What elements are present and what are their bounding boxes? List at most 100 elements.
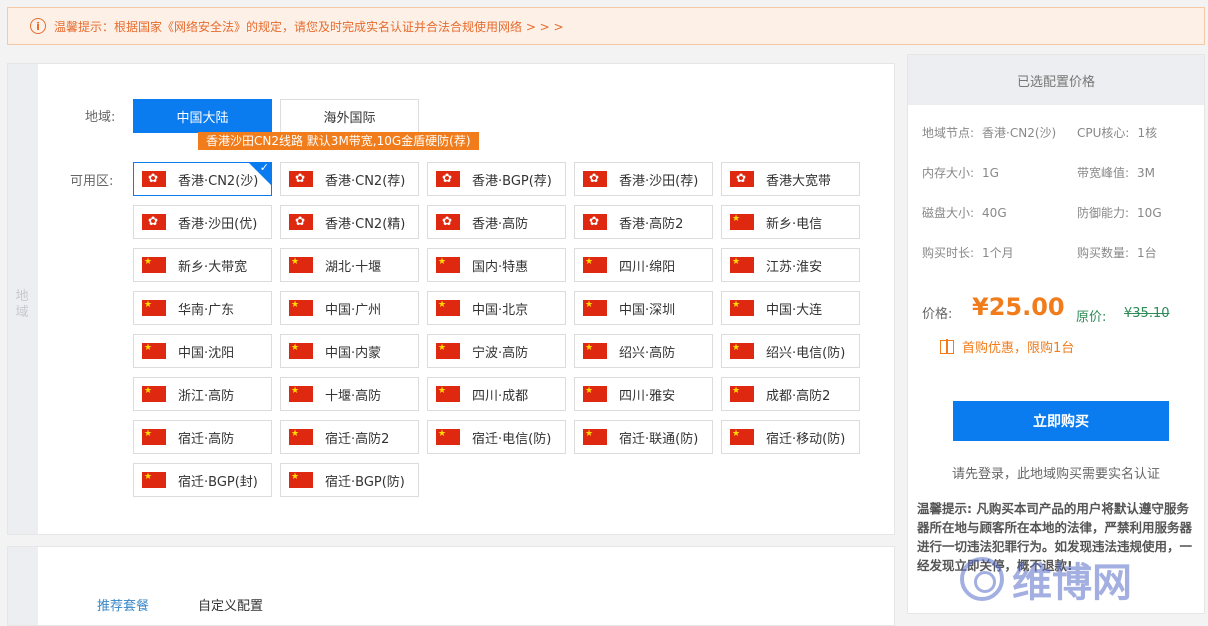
zone-option-label: 四川·绵阳 xyxy=(619,259,676,275)
zone-option-label: 香港·沙田(优) xyxy=(178,216,258,232)
zone-option-label: 香港·高防 xyxy=(472,216,529,232)
zone-option[interactable]: 宁波·高防 xyxy=(427,334,566,368)
china-flag-icon xyxy=(142,343,166,359)
zone-option[interactable]: 华南·广东 xyxy=(133,291,272,325)
china-flag-icon xyxy=(289,386,313,402)
spec-item: 购买数量: 1台 xyxy=(1077,244,1157,261)
china-flag-icon xyxy=(436,429,460,445)
price-summary-panel: 已选配置价格 地域节点: 香港·CN2(沙) CPU核心: 1核 内存大小: 1G 带宽峰值… xyxy=(907,54,1205,614)
zone-option-label: 湖北·十堰 xyxy=(325,259,382,275)
hong-kong-flag-icon xyxy=(583,170,607,187)
hong-kong-flag-icon xyxy=(730,170,754,187)
zone-option-label: 宿迁·高防 xyxy=(178,431,235,447)
china-flag-icon xyxy=(142,386,166,402)
original-price-label: 原价: xyxy=(1076,310,1107,325)
zone-option[interactable]: 中国·广州 xyxy=(280,291,419,325)
zone-label: 可用区: xyxy=(70,174,114,189)
zone-option-label: 宿迁·BGP(封) xyxy=(178,474,258,490)
zone-option[interactable]: 宿迁·联通(防) xyxy=(574,420,713,454)
spec-key: 地域节点: xyxy=(922,126,975,140)
spec-key: CPU核心: xyxy=(1077,126,1130,140)
zone-option[interactable]: 国内·特惠 xyxy=(427,248,566,282)
tab-recommended[interactable]: 推荐套餐 xyxy=(97,595,149,614)
zone-option-label: 十堰·高防 xyxy=(325,388,382,404)
spec-item: CPU核心: 1核 xyxy=(1077,124,1157,141)
zone-option-label: 宿迁·移动(防) xyxy=(766,431,846,447)
china-flag-icon xyxy=(583,429,607,445)
zone-option[interactable]: 宿迁·BGP(防) xyxy=(280,463,419,497)
hong-kong-flag-icon xyxy=(436,213,460,230)
spec-value: 1核 xyxy=(1137,126,1158,140)
spec-item: 磁盘大小: 40G xyxy=(922,204,1007,221)
zone-option[interactable]: 香港·CN2(沙)✓ xyxy=(133,162,272,196)
china-flag-icon xyxy=(289,472,313,488)
side-strip: 地域 xyxy=(8,64,38,534)
china-flag-icon xyxy=(730,257,754,273)
region-overseas-button[interactable]: 海外国际 xyxy=(280,99,419,133)
spec-key: 购买时长: xyxy=(922,246,975,260)
watermark-logo-icon xyxy=(960,557,1004,601)
zone-option-label: 新乡·大带宽 xyxy=(178,259,248,275)
zone-option[interactable]: 浙江·高防 xyxy=(133,377,272,411)
hong-kong-flag-icon xyxy=(289,170,313,187)
zone-option[interactable]: 新乡·大带宽 xyxy=(133,248,272,282)
zone-option[interactable]: 四川·绵阳 xyxy=(574,248,713,282)
zone-option[interactable]: 宿迁·高防 xyxy=(133,420,272,454)
zone-option[interactable]: 宿迁·BGP(封) xyxy=(133,463,272,497)
package-tabs-panel: 推荐套餐 自定义配置 xyxy=(7,546,895,626)
info-circle-icon: i xyxy=(30,18,46,34)
zone-option-label: 香港大宽带 xyxy=(766,173,832,189)
price-summary-title: 已选配置价格 xyxy=(908,55,1204,105)
zone-option[interactable]: 香港·沙田(优) xyxy=(133,205,272,239)
zone-option-label: 宿迁·电信(防) xyxy=(472,431,552,447)
zone-option[interactable]: 江苏·淮安 xyxy=(721,248,860,282)
zone-option[interactable]: 香港·沙田(荐) xyxy=(574,162,713,196)
zone-option[interactable]: 四川·雅安 xyxy=(574,377,713,411)
buy-now-button[interactable]: 立即购买 xyxy=(953,401,1169,441)
zone-option[interactable]: 香港·BGP(荐) xyxy=(427,162,566,196)
hong-kong-flag-icon xyxy=(142,213,166,230)
zone-option[interactable]: 宿迁·移动(防) xyxy=(721,420,860,454)
zone-option[interactable]: 香港·CN2(精) xyxy=(280,205,419,239)
zone-option[interactable]: 香港·CN2(荐) xyxy=(280,162,419,196)
zone-option[interactable]: 中国·北京 xyxy=(427,291,566,325)
zone-option-label: 宿迁·高防2 xyxy=(325,431,390,447)
region-mainland-button[interactable]: 中国大陆 xyxy=(133,99,272,133)
zone-option-label: 四川·雅安 xyxy=(619,388,676,404)
zone-option[interactable]: 中国·内蒙 xyxy=(280,334,419,368)
notice-text[interactable]: 温馨提示：根据国家《网络安全法》的规定，请您及时完成实名认证并合法合规使用网络 … xyxy=(54,18,564,35)
zone-option[interactable]: 宿迁·电信(防) xyxy=(427,420,566,454)
check-mark-icon: ✓ xyxy=(259,162,269,174)
zone-option[interactable]: 新乡·电信 xyxy=(721,205,860,239)
promo-text: 首购优惠，限购1台 xyxy=(962,341,1075,356)
china-flag-icon xyxy=(436,386,460,402)
china-flag-icon xyxy=(142,472,166,488)
china-flag-icon xyxy=(583,300,607,316)
china-flag-icon xyxy=(730,214,754,230)
zone-option-label: 绍兴·高防 xyxy=(619,345,676,361)
zone-option-label: 中国·大连 xyxy=(766,302,823,318)
zone-option-label: 香港·BGP(荐) xyxy=(472,173,552,189)
china-flag-icon xyxy=(289,343,313,359)
zone-option[interactable]: 中国·大连 xyxy=(721,291,860,325)
tab-custom[interactable]: 自定义配置 xyxy=(198,595,263,614)
zone-option[interactable]: 香港·高防 xyxy=(427,205,566,239)
zone-option-label: 香港·CN2(荐) xyxy=(325,173,406,189)
zone-option[interactable]: 绍兴·高防 xyxy=(574,334,713,368)
spec-value: 3M xyxy=(1137,166,1156,180)
zone-option-label: 宁波·高防 xyxy=(472,345,529,361)
zone-option[interactable]: 绍兴·电信(防) xyxy=(721,334,860,368)
spec-key: 防御能力: xyxy=(1077,206,1130,220)
zone-option[interactable]: 十堰·高防 xyxy=(280,377,419,411)
zone-option[interactable]: 宿迁·高防2 xyxy=(280,420,419,454)
zone-option[interactable]: 成都·高防2 xyxy=(721,377,860,411)
china-flag-icon xyxy=(142,300,166,316)
zone-option[interactable]: 湖北·十堰 xyxy=(280,248,419,282)
spec-key: 购买数量: xyxy=(1077,246,1130,260)
zone-option[interactable]: 香港大宽带 xyxy=(721,162,860,196)
zone-option[interactable]: 香港·高防2 xyxy=(574,205,713,239)
zone-option[interactable]: 中国·深圳 xyxy=(574,291,713,325)
zone-option[interactable]: 中国·沈阳 xyxy=(133,334,272,368)
spec-value: 1G xyxy=(982,166,999,180)
zone-option[interactable]: 四川·成都 xyxy=(427,377,566,411)
